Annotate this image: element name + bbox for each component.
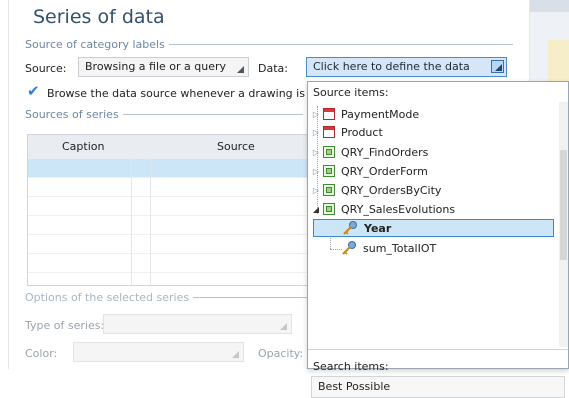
table-icon (323, 126, 335, 138)
tree-item-label: QRY_OrderForm (341, 164, 428, 178)
table-row[interactable] (28, 273, 316, 285)
data-source-popup: Source items: ▷ PaymentMode ▷ Product ▷ … (307, 81, 569, 398)
tree-item-qry-orderform[interactable]: ▷ QRY_OrderForm (312, 162, 428, 180)
tree-item-qry-salesevolutions[interactable]: ◢ QRY_SalesEvolutions (312, 200, 455, 218)
combo-grip-icon (232, 351, 239, 358)
expand-arrow-icon[interactable]: ▷ (312, 128, 320, 137)
tree-item-product[interactable]: ▷ Product (312, 123, 383, 141)
page-title: Series of data (33, 6, 165, 28)
table-icon (323, 108, 335, 120)
tree-item-label: PaymentMode (341, 107, 420, 121)
combo-grip-icon (280, 323, 287, 330)
series-grid[interactable]: Caption Source (27, 134, 317, 286)
section-divider (168, 44, 513, 45)
series-section-label: Sources of series (25, 108, 119, 121)
popup-divider (308, 349, 568, 350)
tree-item-qry-ordersbycity[interactable]: ▷ QRY_OrdersByCity (312, 181, 442, 199)
search-items-label: Search items: (313, 360, 389, 373)
column-header-caption[interactable]: Caption (62, 140, 104, 153)
grid-column-divider (131, 159, 132, 285)
source-combo-value: Browsing a file or a query (85, 60, 227, 73)
source-items-label: Source items: (313, 86, 389, 99)
grid-column-divider (150, 159, 151, 285)
type-of-series-label: Type of series: (25, 319, 105, 332)
opacity-label: Opacity: (258, 347, 304, 360)
color-combo (73, 342, 244, 362)
query-icon (323, 184, 335, 196)
key-field-icon (342, 221, 358, 235)
tree-item-year[interactable]: Year (313, 219, 554, 237)
expand-arrow-icon[interactable]: ▷ (312, 167, 320, 176)
table-row[interactable] (28, 254, 316, 273)
tree-item-label: QRY_FindOrders (341, 145, 429, 159)
tree-item-label: sum_TotalIOT (363, 241, 437, 255)
tree-item-label: QRY_OrdersByCity (341, 183, 442, 197)
tree-item-paymentmode[interactable]: ▷ PaymentMode (312, 105, 419, 123)
data-combo-value: Click here to define the data (313, 60, 470, 73)
query-icon (323, 203, 335, 215)
expand-arrow-icon[interactable]: ▷ (312, 110, 320, 119)
expand-arrow-icon[interactable]: ▷ (312, 148, 320, 157)
source-items-tree[interactable]: ▷ PaymentMode ▷ Product ▷ QRY_FindOrders… (308, 102, 556, 347)
table-row[interactable] (28, 178, 316, 197)
selected-series-section-heading: Options of the selected series (25, 291, 314, 304)
checkmark-icon[interactable]: ✔ (27, 84, 40, 99)
table-row[interactable] (28, 216, 316, 235)
column-header-source[interactable]: Source (217, 140, 255, 153)
tree-item-qry-findorders[interactable]: ▷ QRY_FindOrders (312, 143, 428, 161)
tree-scrollbar[interactable] (559, 102, 568, 347)
source-label: Source: (25, 62, 67, 75)
series-section-heading: Sources of series (25, 108, 303, 121)
key-field-icon (341, 241, 357, 255)
category-section-heading: Source of category labels (25, 38, 513, 51)
tree-item-label: QRY_SalesEvolutions (341, 202, 456, 216)
data-combo[interactable]: Click here to define the data (306, 57, 507, 77)
category-section-label: Source of category labels (25, 38, 165, 51)
section-divider (193, 297, 314, 298)
scrollbar-thumb[interactable] (560, 150, 567, 260)
series-grid-header: Caption Source (28, 135, 316, 160)
table-row[interactable] (28, 197, 316, 216)
search-items-value: Best Possible (318, 380, 391, 393)
selected-series-section-label: Options of the selected series (25, 291, 190, 304)
tree-item-label: Product (341, 125, 383, 139)
search-items-field[interactable]: Best Possible (311, 376, 565, 398)
color-label: Color: (25, 347, 58, 360)
expand-arrow-icon[interactable]: ▷ (312, 186, 320, 195)
tree-item-label: Year (364, 221, 392, 235)
source-combo[interactable]: Browsing a file or a query (78, 57, 249, 77)
type-of-series-combo (103, 314, 292, 334)
browse-checkbox-label: Browse the data source whenever a drawin… (47, 87, 340, 100)
query-icon (323, 146, 335, 158)
combo-grip-icon (237, 66, 244, 73)
section-divider (122, 114, 303, 115)
tree-item-sum-totaliot[interactable]: sum_TotalIOT (341, 239, 436, 257)
dropdown-button-icon[interactable] (491, 60, 504, 73)
query-icon (323, 165, 335, 177)
collapse-arrow-icon[interactable]: ◢ (312, 205, 320, 214)
background-yellow-block (548, 40, 569, 86)
data-label: Data: (258, 62, 288, 75)
table-row[interactable] (28, 159, 316, 178)
table-row[interactable] (28, 235, 316, 254)
